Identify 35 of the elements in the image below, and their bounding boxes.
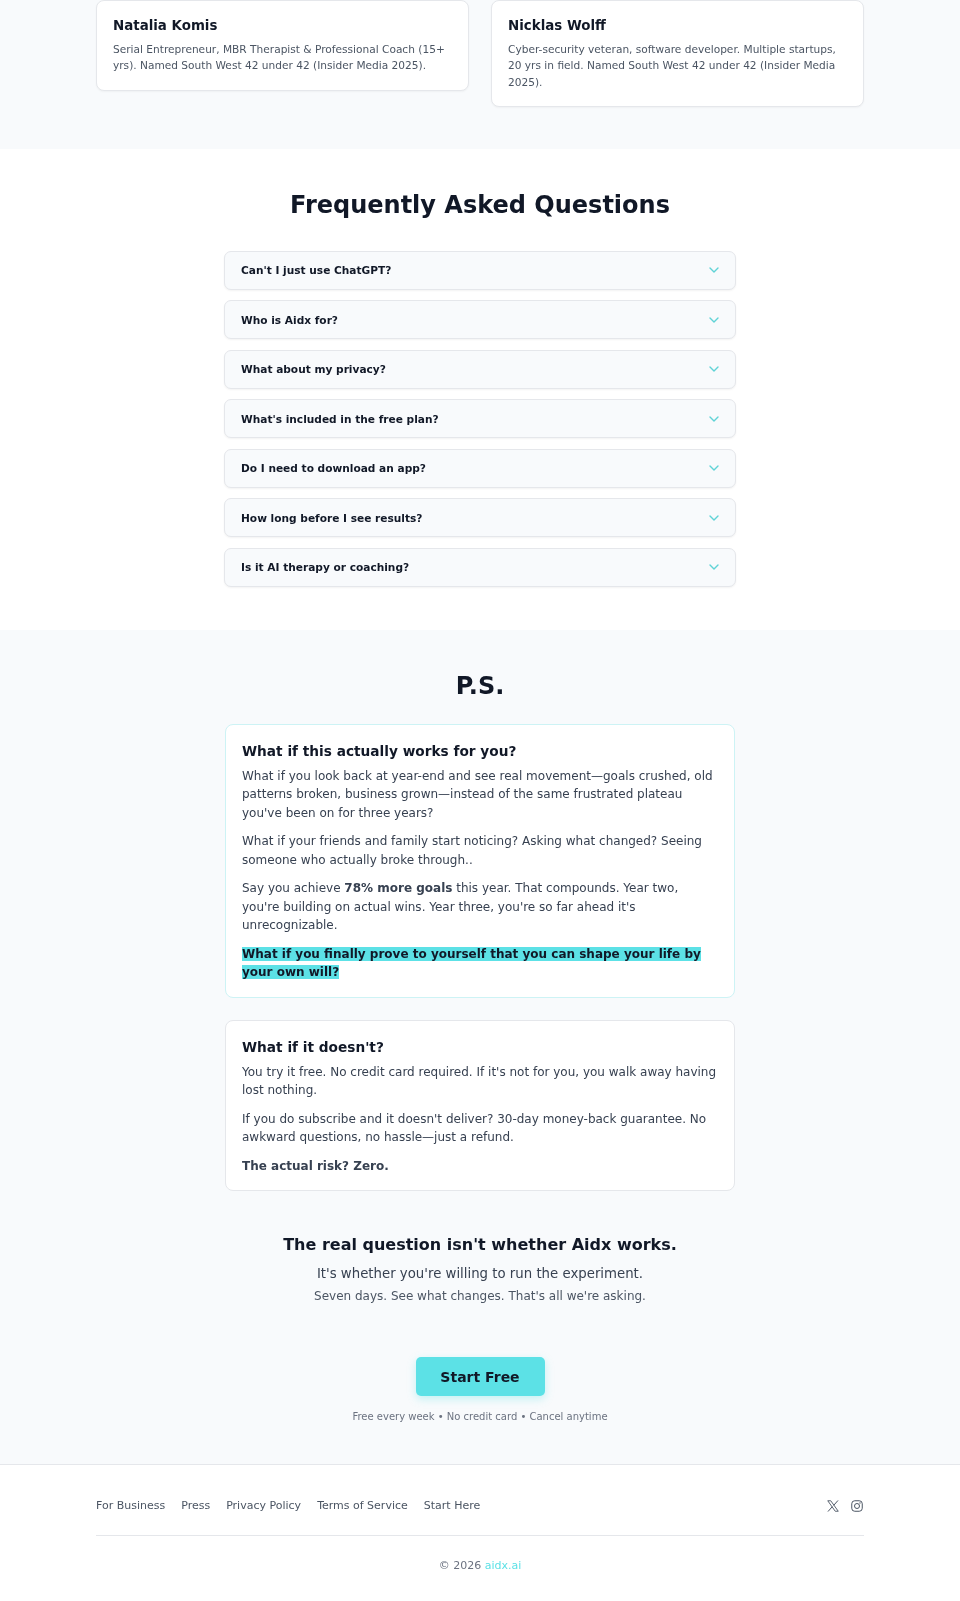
footer-link[interactable]: For Business xyxy=(96,1498,166,1515)
faq-question[interactable]: What's included in the free plan? xyxy=(224,399,736,439)
faq-title: Frequently Asked Questions xyxy=(289,189,671,221)
bold-statement: The actual risk? Zero. xyxy=(242,1157,390,1175)
faq-question[interactable]: Can't I just use ChatGPT? xyxy=(224,250,736,290)
member-name: Natalia Komis xyxy=(113,17,219,35)
member-name: Nicklas Wolff xyxy=(508,17,607,35)
faq-question[interactable]: How long before I see results? xyxy=(224,498,736,538)
cta-note: Free every week • No credit card • Cancel anytime xyxy=(352,1410,608,1425)
copyright-text: © 2026 aidx.ai xyxy=(437,1558,523,1575)
highlighted-question: What if you finally prove to yourself that you can shape your life by your own will? xyxy=(242,945,702,982)
x-logo-icon[interactable] xyxy=(827,1500,839,1513)
footer-link[interactable]: Terms of Service xyxy=(317,1498,408,1515)
camera-icon[interactable] xyxy=(851,1500,863,1513)
card-paragraph: What if your friends and family start noticing? Asking what changed? Seeing someone who actually broke through.. xyxy=(242,833,703,869)
member-bio: Serial Entrepreneur, MBR Therapist & Professional Coach (15+ yrs). Named South West 42 under 42 (Insider Media 2025). xyxy=(113,42,446,74)
closing-subline: It's whether you're willing to run the experiment. xyxy=(315,1265,645,1284)
faq-question[interactable]: What about my privacy? xyxy=(224,349,736,389)
card-heading: What if this actually works for you? xyxy=(242,741,518,761)
footer-link[interactable]: Press xyxy=(181,1498,211,1515)
footer-link[interactable]: Start Here xyxy=(423,1498,481,1515)
card-paragraph: Say you achieve 78% more goals this year. That compounds. Year two, you're building on actual wins. Year three, you're so far ahead it's unrecognizable. xyxy=(242,880,680,935)
card-paragraph: What if you look back at year-end and see real movement—goals crushed, old patterns broken, business grown—instead of the same frustrated plateau you've been on for three years? xyxy=(242,767,714,822)
footer-link[interactable]: Privacy Policy xyxy=(226,1498,302,1515)
card-paragraph: You try it free. No credit card required. If it's not for you, you walk away having lost nothing. xyxy=(242,1063,718,1100)
card-paragraph: If you do subscribe and it doesn't deliver? 30-day money-back guarantee. No awkward questions, no hassle—just a refund. xyxy=(242,1110,708,1147)
faq-question[interactable]: Do I need to download an app? xyxy=(224,448,736,488)
member-bio: Cyber-security veteran, software developer. Multiple startups, 20 yrs in field. Named South West 42 under 42 (Insider Media 2025). xyxy=(508,42,837,90)
ps-title: P.S. xyxy=(454,670,506,702)
closing-headline: The real question isn't whether Aidx works. xyxy=(282,1234,678,1257)
faq-question[interactable]: Is it AI therapy or coaching? xyxy=(224,547,736,587)
start-free-button[interactable]: Start Free xyxy=(415,1357,545,1397)
faq-question[interactable]: Who is Aidx for? xyxy=(224,300,736,340)
card-heading: What if it doesn't? xyxy=(242,1037,385,1057)
closing-note: Seven days. See what changes. That's all we're asking. xyxy=(313,1288,647,1306)
